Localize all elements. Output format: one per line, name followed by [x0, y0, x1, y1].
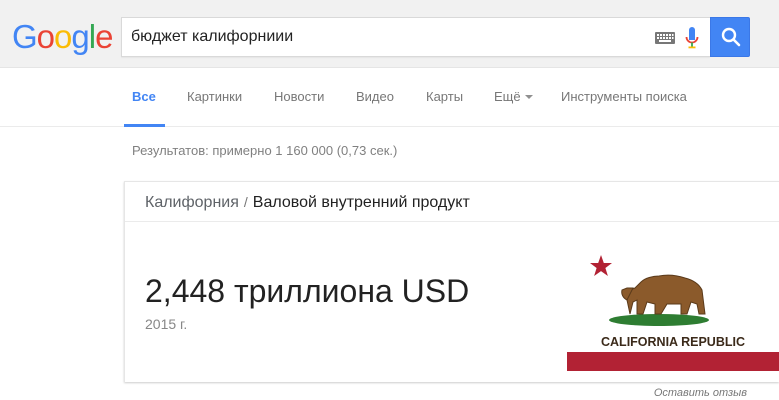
breadcrumb-topic: Валовой внутренний продукт [252, 194, 470, 211]
search-button[interactable] [710, 17, 750, 57]
top-bar: Google [0, 0, 779, 68]
logo-letter: o [54, 18, 72, 55]
tab-all[interactable]: Все [124, 69, 165, 127]
tab-more-label: Ещё [494, 89, 521, 104]
tab-videos[interactable]: Видео [356, 69, 394, 127]
logo-letter: G [12, 18, 38, 55]
flag-text: CALIFORNIA REPUBLIC [601, 335, 745, 349]
search-icon [721, 27, 741, 47]
result-stats: Результатов: примерно 1 160 000 (0,73 се… [132, 143, 398, 158]
tab-more[interactable]: Ещё [494, 69, 533, 127]
breadcrumb: Калифорния / Валовой внутренний продукт [145, 192, 470, 213]
answer-year: 2015 г. [145, 316, 188, 332]
tab-search-tools[interactable]: Инструменты поиска [561, 69, 687, 127]
breadcrumb-separator: / [243, 194, 248, 210]
card-header: Калифорния / Валовой внутренний продукт [125, 182, 779, 222]
tab-news[interactable]: Новости [274, 69, 324, 127]
search-box [121, 17, 710, 57]
chevron-down-icon [524, 94, 533, 99]
tab-maps[interactable]: Карты [426, 69, 463, 127]
breadcrumb-entity[interactable]: Калифорния [145, 194, 239, 211]
keyboard-icon[interactable] [655, 32, 675, 44]
logo-letter: g [71, 18, 89, 55]
answer-value: 2,448 триллиона USD [145, 273, 470, 309]
tab-images[interactable]: Картинки [187, 69, 242, 127]
logo-letter: e [95, 18, 113, 55]
knowledge-card: Калифорния / Валовой внутренний продукт 2,… [124, 181, 779, 382]
search-input[interactable] [131, 18, 641, 56]
search-tabs: Все Картинки Новости Видео Карты Ещё Инс… [0, 69, 779, 127]
microphone-icon[interactable] [685, 27, 699, 49]
feedback-link[interactable]: Оставить отзыв [654, 386, 747, 400]
california-flag-image: CALIFORNIA REPUBLIC [567, 242, 779, 371]
google-logo[interactable]: Google [12, 18, 113, 56]
logo-letter: o [36, 18, 55, 55]
